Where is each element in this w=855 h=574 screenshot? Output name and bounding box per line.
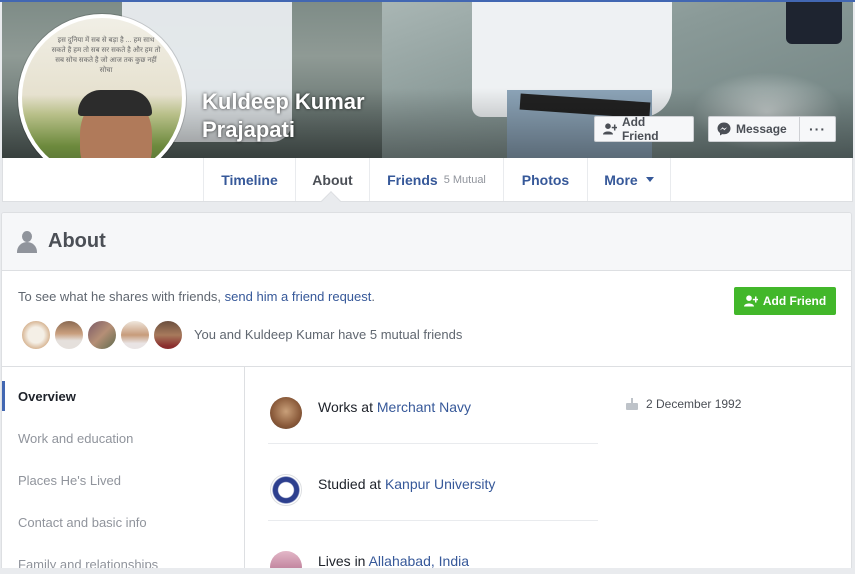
about-title: About	[48, 230, 106, 252]
mutual-friend-avatar[interactable]	[152, 319, 184, 351]
overview-lives-row: Lives in Allahabad, India	[268, 521, 598, 573]
cover-add-friend-label: Add Friend	[621, 115, 659, 143]
tab-about-label: About	[312, 171, 353, 188]
about-sidebar: Overview Work and education Places He's …	[2, 367, 245, 573]
work-text: Works at Merchant Navy	[318, 399, 471, 415]
profile-picture-image: इस दुनिया में सब से बड़ा है ... हम साथ स…	[22, 18, 182, 178]
add-friend-icon	[603, 123, 617, 135]
sidebar-item-label: Contact and basic info	[18, 514, 147, 530]
add-friend-label: Add Friend	[762, 294, 827, 308]
lives-text: Lives in Allahabad, India	[318, 553, 469, 569]
chevron-down-icon	[645, 177, 654, 182]
avatar-cap	[78, 90, 152, 116]
profile-name[interactable]: Kuldeep Kumar Prajapati	[202, 88, 462, 144]
cover-more-button[interactable]: ···	[799, 116, 836, 142]
work-icon	[270, 397, 302, 429]
mutual-friends-avatars	[20, 319, 185, 351]
more-dots-icon: ···	[809, 121, 826, 137]
tab-friends-mutual-count: 5 Mutual	[443, 173, 486, 186]
profile-picture-caption: इस दुनिया में सब से बड़ा है ... हम साथ स…	[51, 37, 161, 74]
sidebar-item-label: Places He's Lived	[18, 472, 121, 488]
tab-photos[interactable]: Photos	[503, 158, 587, 201]
about-card: About To see what he shares with friends…	[1, 212, 852, 574]
work-link[interactable]: Merchant Navy	[377, 399, 471, 415]
sidebar-item-contact-info[interactable]: Contact and basic info	[2, 507, 245, 537]
sidebar-item-label: Work and education	[18, 430, 134, 446]
add-friend-button[interactable]: Add Friend	[734, 287, 836, 315]
study-prefix: Studied at	[318, 476, 385, 492]
sidebar-item-places-lived[interactable]: Places He's Lived	[2, 465, 245, 495]
tab-more-label: More	[604, 171, 638, 188]
tab-timeline-label: Timeline	[221, 171, 278, 188]
birthday-date: 2 December 1992	[646, 397, 742, 411]
mutual-friend-avatar[interactable]	[53, 319, 85, 351]
about-body: Overview Work and education Places He's …	[2, 367, 851, 573]
profile-name-line1: Kuldeep Kumar	[202, 89, 365, 114]
cover-figure-right	[786, 2, 842, 44]
profile-name-line2: Prajapati	[202, 117, 295, 142]
tab-more[interactable]: More	[587, 158, 671, 201]
lives-link[interactable]: Allahabad, India	[369, 553, 469, 569]
message-label: Message	[736, 122, 787, 136]
add-friend-icon	[743, 295, 758, 307]
work-prefix: Works at	[318, 399, 377, 415]
mutual-friends-text[interactable]: You and Kuldeep Kumar have 5 mutual frie…	[194, 327, 462, 342]
tab-photos-label: Photos	[521, 171, 570, 188]
lives-prefix: Lives in	[318, 553, 369, 569]
overview-work-row: Works at Merchant Navy	[268, 367, 598, 444]
about-header: About	[2, 213, 851, 271]
cover-add-friend-button[interactable]: Add Friend	[594, 115, 694, 143]
sidebar-item-work-education[interactable]: Work and education	[2, 423, 245, 453]
overview-education-row: Studied at Kanpur University	[268, 444, 598, 521]
university-icon	[270, 474, 302, 506]
tab-timeline[interactable]: Timeline	[203, 158, 295, 201]
mutual-friend-avatar[interactable]	[86, 319, 118, 351]
send-friend-request-link[interactable]: send him a friend request	[225, 289, 372, 304]
cake-icon	[626, 398, 638, 410]
tab-friends-label: Friends	[387, 171, 438, 188]
mutual-friend-avatar[interactable]	[20, 319, 52, 351]
friend-request-prompt: To see what he shares with friends, send…	[18, 289, 375, 304]
sidebar-item-label: Overview	[18, 388, 76, 404]
birthday: 2 December 1992	[626, 397, 741, 411]
person-icon	[16, 230, 38, 254]
tab-friends[interactable]: Friends 5 Mutual	[369, 158, 503, 201]
study-link[interactable]: Kanpur University	[385, 476, 496, 492]
friend-prompt-suffix: .	[371, 289, 375, 304]
messenger-icon	[717, 122, 731, 136]
message-button[interactable]: Message	[708, 116, 800, 142]
sidebar-item-overview[interactable]: Overview	[2, 381, 245, 411]
friend-request-strip: To see what he shares with friends, send…	[2, 271, 851, 367]
profile-picture[interactable]: इस दुनिया में सब से बड़ा है ... हम साथ स…	[18, 14, 186, 182]
education-text: Studied at Kanpur University	[318, 476, 495, 492]
profile-nav: Timeline About Friends 5 Mutual Photos M…	[2, 158, 853, 202]
page-bottom-edge	[0, 568, 855, 574]
mutual-friend-avatar[interactable]	[119, 319, 151, 351]
friend-prompt-prefix: To see what he shares with friends,	[18, 289, 225, 304]
